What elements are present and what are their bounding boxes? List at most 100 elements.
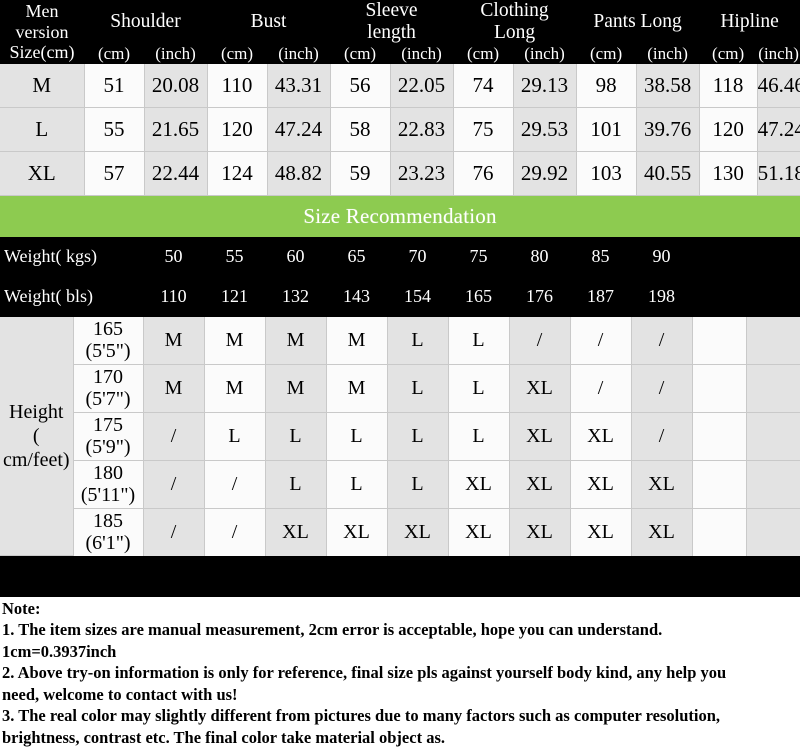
group-header-hipline: Hipline [699, 0, 800, 44]
corner-header-line-2: version [15, 21, 69, 42]
height-value: 180 (5'11") [73, 460, 144, 509]
measure-cell: 29.53 [513, 107, 577, 152]
measure-cell: 124 [207, 151, 268, 196]
matrix-row: 175 (5'9") / L L L L L XL XL / [0, 412, 800, 461]
matrix-cell: L [265, 460, 327, 509]
corner-header-line-3: Size(cm) [9, 42, 75, 63]
measure-cell: 98 [576, 63, 637, 108]
matrix-cell: L [387, 364, 449, 413]
height-feet: (5'5") [85, 340, 131, 363]
matrix-cell: / [143, 460, 205, 509]
matrix-blank-cell [746, 508, 800, 556]
size-label-l: L [0, 107, 85, 152]
matrix-cell: XL [570, 412, 632, 461]
group-header-bust-line-1: Bust [250, 10, 287, 32]
unit-header-shoulder-cm: (cm) [84, 43, 144, 64]
size-chart-sheet: Men version Size(cm) Shoulder Bust Sleev… [0, 0, 800, 748]
matrix-cell: L [326, 412, 388, 461]
matrix-cell: / [204, 460, 266, 509]
measure-cell: 75 [453, 107, 514, 152]
note-line: 1cm=0.3937inch [2, 641, 117, 661]
group-header-sleeve-line-1: Sleeve [365, 0, 418, 21]
matrix-blank-cell [692, 364, 747, 413]
weight-kg-cell: 60 [265, 236, 327, 277]
measure-cell: 120 [699, 107, 758, 152]
weight-lb-cell: 176 [509, 276, 571, 317]
weight-lb-cell: 154 [387, 276, 449, 317]
matrix-cell: / [570, 316, 632, 365]
measure-cell: 22.83 [390, 107, 454, 152]
matrix-blank-cell [692, 460, 747, 509]
matrix-blank-cell [746, 316, 800, 365]
unit-header-clothing-inch: (inch) [513, 43, 577, 64]
weight-kg-cell: 85 [570, 236, 632, 277]
matrix-cell: M [204, 316, 266, 365]
weight-lb-label: Weight( bls) [0, 276, 144, 317]
group-header-clothing-line-1: Clothing [480, 0, 549, 21]
group-header-pants-long: Pants Long [576, 0, 700, 44]
unit-header-sleeve-cm: (cm) [330, 43, 391, 64]
measure-cell: 22.44 [144, 151, 208, 196]
note-line: 1. The item sizes are manual measurement… [2, 620, 663, 640]
height-cm: 170 [93, 365, 123, 388]
unit-header-hipline-cm: (cm) [699, 43, 758, 64]
matrix-cell: XL [570, 460, 632, 509]
group-header-clothing-long: Clothing Long [453, 0, 577, 44]
measure-cell: 38.58 [636, 63, 700, 108]
measure-cell: 55 [84, 107, 145, 152]
matrix-row: Height ( cm/feet) 165 (5'5") M M M M L L… [0, 316, 800, 557]
height-cm: 180 [93, 461, 123, 484]
matrix-row: 185 (6'1") / / XL XL XL XL XL XL XL [0, 508, 800, 556]
measure-cell: 51 [84, 63, 145, 108]
measurement-table: Men version Size(cm) Shoulder Bust Sleev… [0, 0, 800, 196]
size-label-m: M [0, 63, 85, 108]
size-recommendation-banner: Size Recommendation [0, 195, 800, 237]
matrix-cell: XL [387, 508, 449, 556]
weight-lb-row: Weight( bls) 110 121 132 143 154 165 176… [0, 276, 800, 317]
note-line: need, welcome to contact with us! [2, 684, 238, 704]
weight-kg-cell: 75 [448, 236, 510, 277]
measure-cell: 20.08 [144, 63, 208, 108]
weight-kg-blank-cell [692, 236, 747, 277]
matrix-cell: XL [326, 508, 388, 556]
matrix-cell: XL [631, 460, 693, 509]
matrix-cell: / [143, 508, 205, 556]
group-header-pants-line-1: Pants Long [593, 10, 682, 32]
measure-cell: 57 [84, 151, 145, 196]
group-header-shoulder: Shoulder [84, 0, 208, 44]
height-value: 170 (5'7") [73, 364, 144, 413]
matrix-cell: L [326, 460, 388, 509]
matrix-cell: M [326, 364, 388, 413]
matrix-cell: XL [570, 508, 632, 556]
matrix-cell: / [509, 316, 571, 365]
height-feet: (5'9") [85, 436, 131, 459]
weight-kg-cell: 50 [143, 236, 205, 277]
measure-cell: 58 [330, 107, 391, 152]
unit-header-pants-inch: (inch) [636, 43, 700, 64]
measure-cell: 22.05 [390, 63, 454, 108]
measurement-row-m: M 51 20.08 110 43.31 56 22.05 74 29.13 9… [0, 63, 800, 108]
note-line: 2. Above try-on information is only for … [2, 663, 727, 683]
matrix-cell: L [265, 412, 327, 461]
group-header-hipline-line-1: Hipline [720, 10, 779, 32]
matrix-cell: / [143, 412, 205, 461]
group-header-sleeve-length: Sleeve length [330, 0, 454, 44]
measure-cell: 118 [699, 63, 758, 108]
matrix-row: 180 (5'11") / / L L L XL XL XL XL [0, 460, 800, 509]
unit-header-pants-cm: (cm) [576, 43, 637, 64]
matrix-cell: M [204, 364, 266, 413]
matrix-cell: M [265, 316, 327, 365]
measure-cell: 76 [453, 151, 514, 196]
height-label-line-1: Height [9, 400, 64, 423]
banner-title: Size Recommendation [0, 195, 800, 237]
size-label-xl: XL [0, 151, 85, 196]
measure-cell: 29.13 [513, 63, 577, 108]
unit-header-hipline-inch: (inch) [757, 43, 800, 64]
matrix-cell: L [204, 412, 266, 461]
matrix-cell: M [265, 364, 327, 413]
measure-cell: 120 [207, 107, 268, 152]
weight-kg-cell: 65 [326, 236, 388, 277]
weight-lb-blank-cell [692, 276, 747, 317]
height-feet: (5'7") [85, 388, 131, 411]
recommendation-table: Weight( kgs) 50 55 60 65 70 75 80 85 90 … [0, 236, 800, 557]
